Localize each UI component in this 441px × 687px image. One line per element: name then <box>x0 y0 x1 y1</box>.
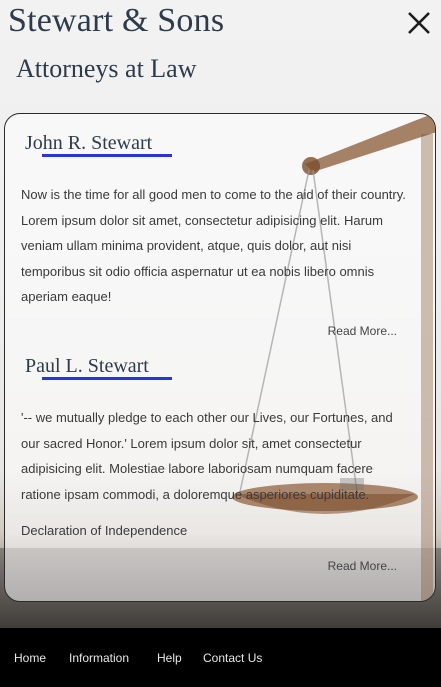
footer-nav: Home Information Help Contact Us <box>0 628 441 687</box>
close-icon <box>408 12 430 34</box>
article-1-body: Now is the time for all good men to come… <box>21 187 406 304</box>
article-2-name: Paul L. Stewart <box>25 355 149 377</box>
site-title: Stewart & Sons <box>8 2 225 39</box>
footer-link-home[interactable]: Home <box>14 651 46 665</box>
articles-panel: John R. Stewart Now is the time for all … <box>4 113 436 602</box>
article-1-read-more-link[interactable]: Read More... <box>328 324 397 338</box>
article-1-underline <box>42 154 172 157</box>
article-2-source: Declaration of Independence <box>21 523 188 538</box>
footer-link-contact-us[interactable]: Contact Us <box>203 651 262 665</box>
close-button[interactable] <box>402 6 436 40</box>
article-2-underline <box>42 377 172 380</box>
footer-link-help[interactable]: Help <box>157 651 182 665</box>
site-subtitle: Attorneys at Law <box>16 54 197 83</box>
article-1-name: John R. Stewart <box>25 132 153 154</box>
article-2-body: '-- we mutually pledge to each other our… <box>21 410 393 502</box>
footer-link-information[interactable]: Information <box>69 651 129 665</box>
article-2-read-more-link[interactable]: Read More... <box>328 559 397 573</box>
